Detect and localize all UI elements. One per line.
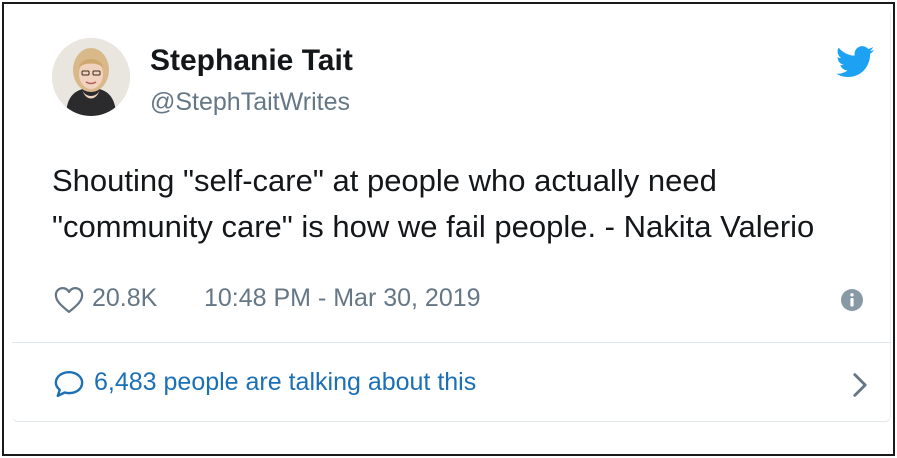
tweet-card: Stephanie Tait @StephTaitWrites Shouting… [12,12,891,422]
heart-icon[interactable] [54,286,84,314]
tweet-text-line: Shouting "self-care" at people who actua… [52,163,717,198]
reply-bubble-icon [54,370,84,398]
chevron-right-icon[interactable] [852,372,868,398]
tweet-timestamp[interactable]: 10:48 PM - Mar 30, 2019 [204,284,481,313]
info-icon[interactable] [840,288,864,312]
twitter-bird-icon[interactable] [836,46,874,78]
tweet-meta-row: 20.8K 10:48 PM - Mar 30, 2019 [52,282,882,316]
divider [12,342,891,343]
conversation-label[interactable]: 6,483 people are talking about this [94,368,476,397]
screenshot-frame: Stephanie Tait @StephTaitWrites Shouting… [2,2,895,456]
tweet-text-line: "community care" is how we fail people. … [52,209,815,244]
author-name[interactable]: Stephanie Tait [150,44,353,78]
author-handle[interactable]: @StephTaitWrites [150,88,350,117]
tweet-text: Shouting "self-care" at people who actua… [52,158,882,250]
like-count[interactable]: 20.8K [92,284,157,313]
avatar[interactable] [52,38,130,116]
conversation-link[interactable]: 6,483 people are talking about this [52,366,882,402]
